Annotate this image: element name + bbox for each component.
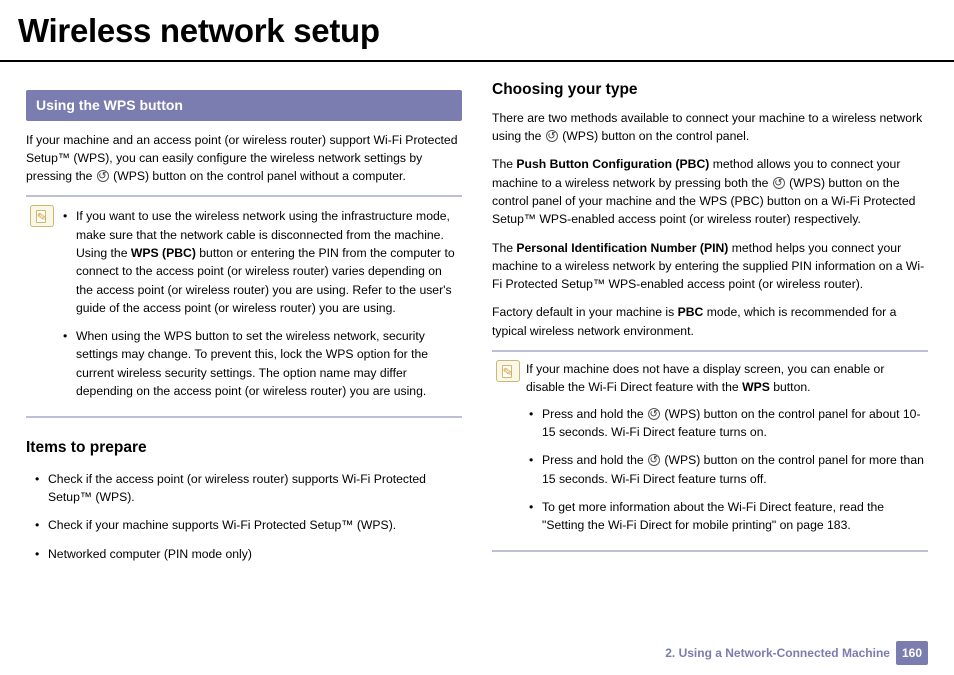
right-p3a: The xyxy=(492,241,516,255)
note-box-1: If you want to use the wireless network … xyxy=(26,195,462,418)
right-p4bold: PBC xyxy=(678,305,704,319)
wps-icon xyxy=(648,454,660,466)
note2-item2: Press and hold the (WPS) button on the c… xyxy=(526,449,924,496)
section-using-wps: Using the WPS button xyxy=(26,90,462,121)
note2-lead-a: If your machine does not have a display … xyxy=(526,362,884,394)
footer-page-number: 160 xyxy=(896,641,928,665)
footer-chapter: 2. Using a Network-Connected Machine xyxy=(665,644,890,662)
right-p4: Factory default in your machine is PBC m… xyxy=(492,303,928,340)
note-content: If your machine does not have a display … xyxy=(526,360,924,542)
note-box-2: If your machine does not have a display … xyxy=(492,350,928,552)
wps-icon xyxy=(773,177,785,189)
right-p1b: (WPS) button on the control panel. xyxy=(562,129,749,143)
wps-icon xyxy=(97,170,109,182)
right-p1: There are two methods available to conne… xyxy=(492,109,928,146)
right-column: Choosing your type There are two methods… xyxy=(492,72,928,571)
content-columns: Using the WPS button If your machine and… xyxy=(0,68,954,571)
right-p3bold: Personal Identification Number (PIN) xyxy=(516,241,728,255)
intro-paragraph: If your machine and an access point (or … xyxy=(26,131,462,186)
note2-item1: Press and hold the (WPS) button on the c… xyxy=(526,403,924,450)
page-footer: 2. Using a Network-Connected Machine 160 xyxy=(665,641,928,665)
right-p2a: The xyxy=(492,157,516,171)
note-icon xyxy=(30,205,54,227)
intro-text-b: (WPS) button on the control panel withou… xyxy=(113,169,406,183)
wps-icon xyxy=(546,130,558,142)
note-icon xyxy=(496,360,520,382)
list-item: Check if your machine supports Wi-Fi Pro… xyxy=(32,514,462,542)
note2-item3: To get more information about the Wi-Fi … xyxy=(526,496,924,543)
right-p2: The Push Button Configuration (PBC) meth… xyxy=(492,155,928,228)
note1-item1-bold: WPS (PBC) xyxy=(131,246,196,260)
choosing-heading: Choosing your type xyxy=(492,78,928,101)
note2-i2a: Press and hold the xyxy=(542,453,647,467)
note1-item2: When using the WPS button to set the wir… xyxy=(60,325,458,408)
note1-item1: If you want to use the wireless network … xyxy=(60,205,458,325)
note2-lead-b: button. xyxy=(773,380,810,394)
note2-lead-bold: WPS xyxy=(742,380,770,394)
list-item: Networked computer (PIN mode only) xyxy=(32,543,462,571)
note2-i1a: Press and hold the xyxy=(542,407,647,421)
right-p2bold: Push Button Configuration (PBC) xyxy=(516,157,709,171)
wps-icon xyxy=(648,408,660,420)
page-title: Wireless network setup xyxy=(0,0,954,62)
items-heading: Items to prepare xyxy=(26,436,462,459)
right-p3: The Personal Identification Number (PIN)… xyxy=(492,239,928,294)
note2-lead: If your machine does not have a display … xyxy=(526,360,924,397)
right-p4a: Factory default in your machine is xyxy=(492,305,678,319)
note-content: If you want to use the wireless network … xyxy=(60,205,458,408)
left-column: Using the WPS button If your machine and… xyxy=(26,72,462,571)
list-item: Check if the access point (or wireless r… xyxy=(32,468,462,515)
